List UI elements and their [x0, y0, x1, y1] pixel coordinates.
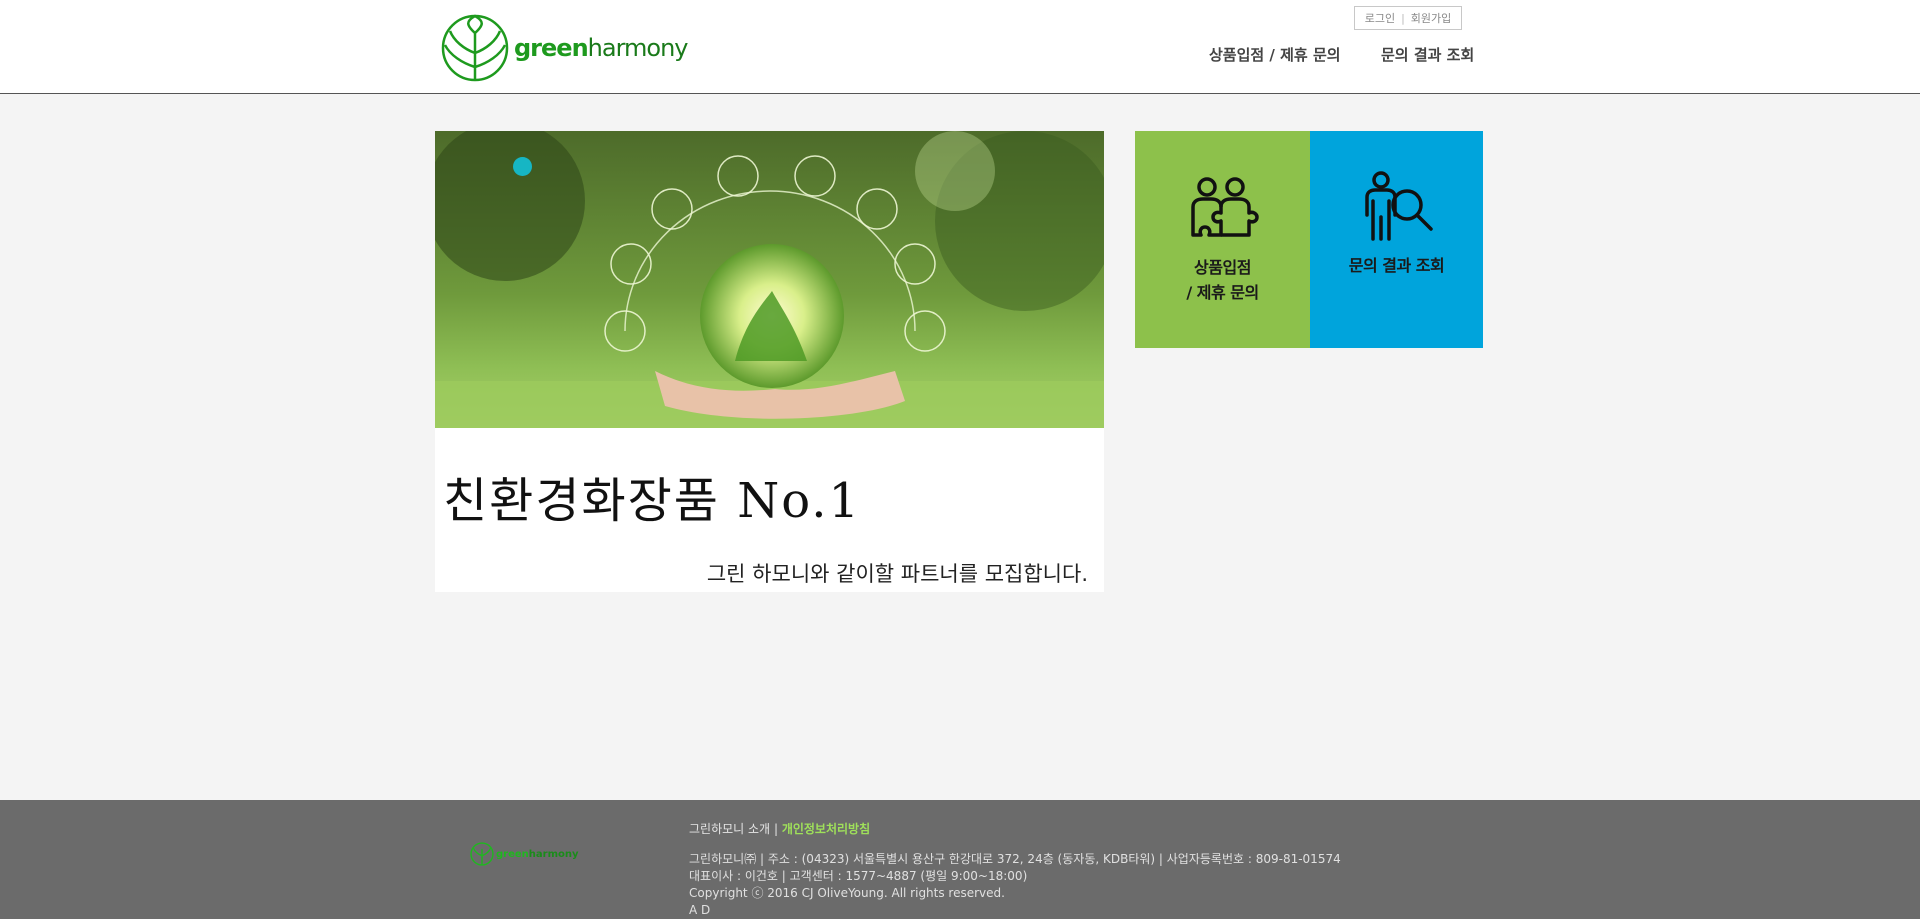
- partnership-tile-label: 상품입점 / 제휴 문의: [1186, 255, 1259, 305]
- site-footer: greenharmony 그린하모니 소개 | 개인정보처리방침 그린하모니㈜ …: [0, 800, 1920, 919]
- logo-wordmark: greenharmony: [514, 34, 688, 62]
- site-logo[interactable]: greenharmony: [440, 13, 688, 83]
- partnership-tile-line1: 상품입점: [1194, 258, 1251, 277]
- footer-logo-harmony-text: harmony: [528, 848, 579, 860]
- footer-links: 그린하모니 소개 | 개인정보처리방침: [689, 820, 870, 837]
- footer-info-ceo: 대표이사 : 이건호 | 고객센터 : 1577~4887 (평일 9:00~1…: [689, 869, 1028, 883]
- footer-info-address: 그린하모니㈜ | 주소 : (04323) 서울특별시 용산구 한강대로 372…: [689, 852, 1341, 866]
- footer-links-separator: |: [773, 822, 778, 836]
- inquiry-result-tile-label: 문의 결과 조회: [1348, 253, 1445, 278]
- footer-about-link[interactable]: 그린하모니 소개: [689, 822, 770, 836]
- signup-link[interactable]: 회원가입: [1411, 10, 1451, 26]
- leaf-logo-icon: [441, 14, 509, 82]
- puzzle-people-icon: [1190, 177, 1259, 237]
- partnership-tile-line2: / 제휴 문의: [1186, 283, 1259, 302]
- inquiry-result-tile-line1: 문의 결과 조회: [1348, 256, 1445, 275]
- footer-copyright: Copyright ⓒ 2016 CJ OliveYoung. All righ…: [689, 886, 1005, 900]
- footer-logo: greenharmony: [470, 842, 579, 866]
- footer-ad-text: A D: [689, 903, 711, 917]
- site-header: greenharmony 로그인 | 회원가입 상품입점 / 제휴 문의 문의 …: [0, 0, 1920, 94]
- footer-company-info: 그린하모니㈜ | 주소 : (04323) 서울특별시 용산구 한강대로 372…: [689, 851, 1341, 919]
- logo-green-text: green: [514, 34, 589, 62]
- partnership-inquiry-tile[interactable]: 상품입점 / 제휴 문의: [1135, 131, 1310, 348]
- member-links: 로그인 | 회원가입: [1354, 6, 1462, 30]
- member-links-separator: |: [1401, 11, 1405, 25]
- login-link[interactable]: 로그인: [1365, 10, 1395, 26]
- slider-indicator-dot[interactable]: [513, 157, 532, 176]
- footer-logo-green-text: green: [496, 848, 529, 860]
- main-banner: 친환경화장품 No.1 그린 하모니와 같이할 파트너를 모집합니다.: [435, 131, 1104, 592]
- person-search-icon: [1364, 171, 1433, 241]
- banner-subline: 그린 하모니와 같이할 파트너를 모집합니다.: [706, 562, 1088, 586]
- inquiry-result-tile[interactable]: 문의 결과 조회: [1310, 131, 1483, 348]
- logo-harmony-text: harmony: [587, 34, 689, 62]
- footer-logo-wordmark: greenharmony: [496, 849, 579, 860]
- banner-image: [435, 131, 1104, 428]
- nav-inquiry-result[interactable]: 문의 결과 조회: [1381, 44, 1474, 65]
- footer-privacy-link[interactable]: 개인정보처리방침: [782, 822, 870, 836]
- banner-headline: 친환경화장품 No.1: [443, 473, 862, 529]
- footer-leaf-logo-icon: [470, 842, 494, 866]
- nav-partnership-inquiry[interactable]: 상품입점 / 제휴 문의: [1209, 44, 1341, 65]
